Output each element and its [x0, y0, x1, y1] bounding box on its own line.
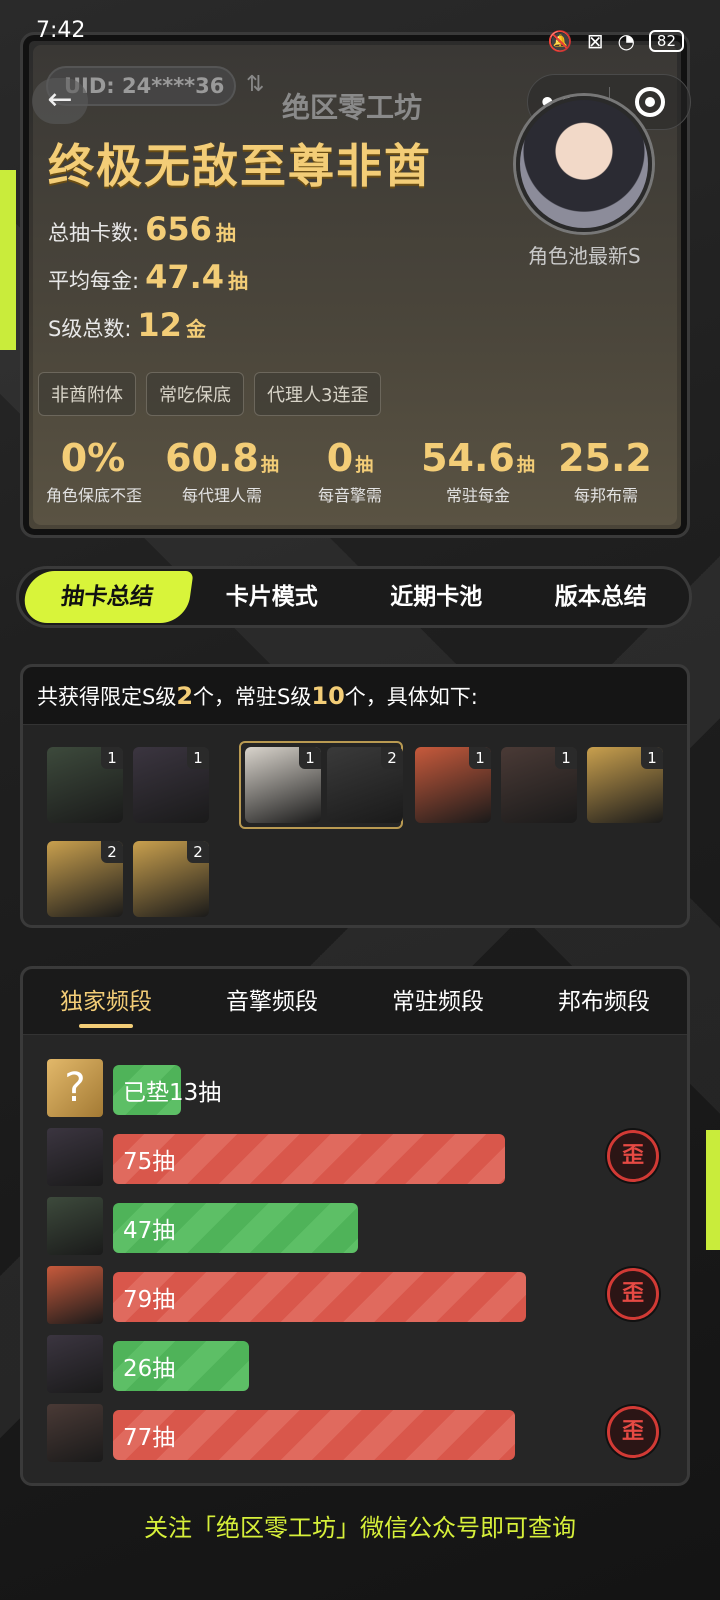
- character-face: [47, 1335, 103, 1393]
- tab-recent-pools[interactable]: 近期卡池: [354, 571, 519, 623]
- stat-s-total: S级总数: 12 金: [48, 306, 206, 344]
- character-count-badge: 1: [187, 747, 209, 769]
- pull-row[interactable]: 26抽: [47, 1335, 667, 1395]
- tag-list: 非酋附体 常吃保底 代理人3连歪: [38, 372, 382, 416]
- tab-card-mode[interactable]: 卡片模式: [190, 571, 355, 623]
- stage-card: 独家频段 音擎频段 常驻频段 邦布频段 ? 已垫13抽 75抽歪 47抽 79抽歪 26抽…: [20, 966, 690, 1486]
- stat-avg-per-gold: 平均每金: 47.4 抽: [48, 258, 249, 296]
- metric-item: 0 抽每音擎需: [317, 436, 382, 505]
- main-tab-bar: 抽卡总结 卡片模式 近期卡池 版本总结: [16, 566, 692, 628]
- character-count-badge: 1: [299, 747, 321, 769]
- metric-item: 60.8 抽每代理人需: [165, 436, 279, 505]
- metric-item: 0% 角色保底不歪: [45, 436, 142, 505]
- wifi-icon: ◔: [617, 29, 635, 53]
- pull-row[interactable]: 47抽: [47, 1197, 667, 1257]
- status-time: 7:42: [36, 18, 86, 43]
- pull-count-label: 26抽: [123, 1356, 176, 1382]
- tag: 代理人3连歪: [254, 372, 382, 416]
- character-count-badge: 2: [101, 841, 123, 863]
- tag: 常吃保底: [146, 372, 244, 416]
- pull-count-label: 47抽: [123, 1218, 176, 1244]
- right-accent-stripe: [706, 1130, 720, 1250]
- character-count-badge: 2: [187, 841, 209, 863]
- tag: 非酋附体: [38, 372, 136, 416]
- left-accent-stripe: [0, 170, 16, 350]
- character-count-badge: 1: [469, 747, 491, 769]
- character-portrait[interactable]: 2: [47, 841, 123, 917]
- tab-version-summary[interactable]: 版本总结: [519, 571, 684, 623]
- pull-count-label: 已垫13抽: [123, 1080, 222, 1106]
- tab-w-engine-channel[interactable]: 音擎频段: [189, 969, 355, 1034]
- character-portrait[interactable]: 2: [133, 841, 209, 917]
- pull-row[interactable]: 75抽 歪: [47, 1128, 667, 1188]
- pull-count-label: 75抽: [123, 1149, 176, 1175]
- page-title: 终极无敌至尊非酋: [48, 139, 432, 193]
- back-button[interactable]: ←: [32, 78, 88, 124]
- character-portrait[interactable]: 1: [415, 747, 491, 823]
- character-portrait[interactable]: 1: [245, 747, 321, 823]
- character-portrait[interactable]: 1: [587, 747, 663, 823]
- avatar-caption: 角色池最新S: [528, 244, 641, 268]
- swap-icon[interactable]: ⇅: [246, 72, 264, 97]
- mute-icon: 🔕: [547, 29, 573, 53]
- unknown-character-icon: ?: [47, 1059, 103, 1117]
- status-bar: 7:42 🔕 ⊠ ◔ 82: [0, 0, 720, 64]
- status-icons: 🔕 ⊠ ◔ 82: [548, 18, 684, 64]
- pull-row[interactable]: 79抽 歪: [47, 1266, 667, 1326]
- sim-icon: ⊠: [586, 29, 604, 53]
- tab-pull-summary[interactable]: 抽卡总结: [21, 571, 194, 623]
- character-count-badge: 1: [101, 747, 123, 769]
- character-count-badge: 1: [641, 747, 663, 769]
- stage-tab-bar: 独家频段 音擎频段 常驻频段 邦布频段: [23, 969, 687, 1035]
- latest-s-avatar: [516, 96, 652, 232]
- summary-card: 共获得限定S级2个，常驻S级10个，具体如下: 1 1 1 2 1 1 1 2 2: [20, 664, 690, 928]
- tab-standard-channel[interactable]: 常驻频段: [355, 969, 521, 1034]
- metrics-row: 0% 角色保底不歪 60.8 抽每代理人需 0 抽每音擎需 54.6 抽常驻每金 25.…: [30, 436, 670, 506]
- lost-5050-badge: 歪: [607, 1130, 659, 1182]
- tab-bangboo-channel[interactable]: 邦布频段: [521, 969, 687, 1034]
- character-face: [47, 1266, 103, 1324]
- character-count-badge: 1: [555, 747, 577, 769]
- pull-row[interactable]: ? 已垫13抽: [47, 1059, 667, 1119]
- character-face: [47, 1404, 103, 1462]
- character-portrait[interactable]: 1: [47, 747, 123, 823]
- pull-count-label: 79抽: [123, 1287, 176, 1313]
- character-face: [47, 1128, 103, 1186]
- pull-row[interactable]: 77抽 歪: [47, 1404, 667, 1464]
- character-portrait[interactable]: 1: [501, 747, 577, 823]
- character-count-badge: 2: [381, 747, 403, 769]
- app-title: 绝区零工坊: [282, 91, 423, 124]
- character-portrait[interactable]: 2: [327, 747, 403, 823]
- lost-5050-badge: 歪: [607, 1268, 659, 1320]
- stat-total-pulls: 总抽卡数: 656 抽: [48, 210, 236, 248]
- tab-exclusive-channel[interactable]: 独家频段: [23, 969, 189, 1034]
- battery-icon: 82: [648, 30, 684, 52]
- metric-item: 54.6 抽常驻每金: [421, 436, 535, 505]
- character-portrait[interactable]: 1: [133, 747, 209, 823]
- metric-item: 25.2 每邦布需: [558, 436, 652, 505]
- summary-heading: 共获得限定S级2个，常驻S级10个，具体如下:: [23, 667, 687, 725]
- footer-note: 关注「绝区零工坊」微信公众号即可查询: [144, 1514, 576, 1542]
- lost-5050-badge: 歪: [607, 1406, 659, 1458]
- character-face: [47, 1197, 103, 1255]
- target-icon: [634, 87, 665, 117]
- pull-count-label: 77抽: [123, 1425, 176, 1451]
